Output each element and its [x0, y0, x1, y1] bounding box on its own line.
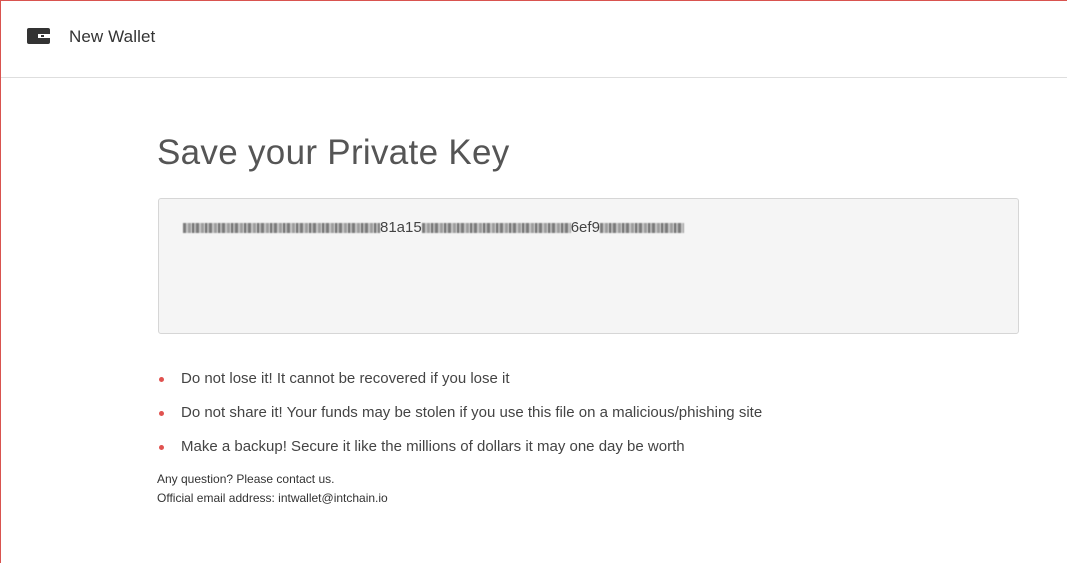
header-bar: New Wallet	[1, 1, 1067, 78]
warning-text: Make a backup! Secure it like the millio…	[181, 438, 685, 455]
bullet-icon	[159, 377, 164, 382]
private-key-text[interactable]: 81a15 6ef9	[183, 219, 684, 236]
header-title: New Wallet	[69, 27, 156, 46]
list-item: Do not share it! Your funds may be stole…	[159, 402, 762, 436]
warning-text: Do not lose it! It cannot be recovered i…	[181, 370, 510, 387]
redacted-segment	[183, 222, 380, 233]
private-key-fragment: 6ef9	[570, 219, 600, 236]
wallet-icon	[27, 28, 50, 44]
list-item: Make a backup! Secure it like the millio…	[159, 436, 762, 470]
list-item: Do not lose it! It cannot be recovered i…	[159, 368, 762, 402]
redacted-segment	[599, 222, 684, 233]
contact-email: Official email address: intwallet@intcha…	[157, 491, 388, 505]
page-title: Save your Private Key	[157, 133, 510, 172]
bullet-icon	[159, 411, 164, 416]
redacted-segment	[421, 222, 571, 233]
warning-list: Do not lose it! It cannot be recovered i…	[159, 368, 762, 470]
contact-info: Any question? Please contact us. Officia…	[157, 470, 388, 508]
private-key-box[interactable]: 81a15 6ef9	[158, 198, 1019, 334]
contact-question: Any question? Please contact us.	[157, 472, 335, 486]
warning-text: Do not share it! Your funds may be stole…	[181, 404, 763, 421]
private-key-fragment: 81a15	[380, 219, 422, 236]
bullet-icon	[159, 445, 164, 450]
app-window: New Wallet Save your Private Key 81a15 6…	[0, 0, 1067, 563]
